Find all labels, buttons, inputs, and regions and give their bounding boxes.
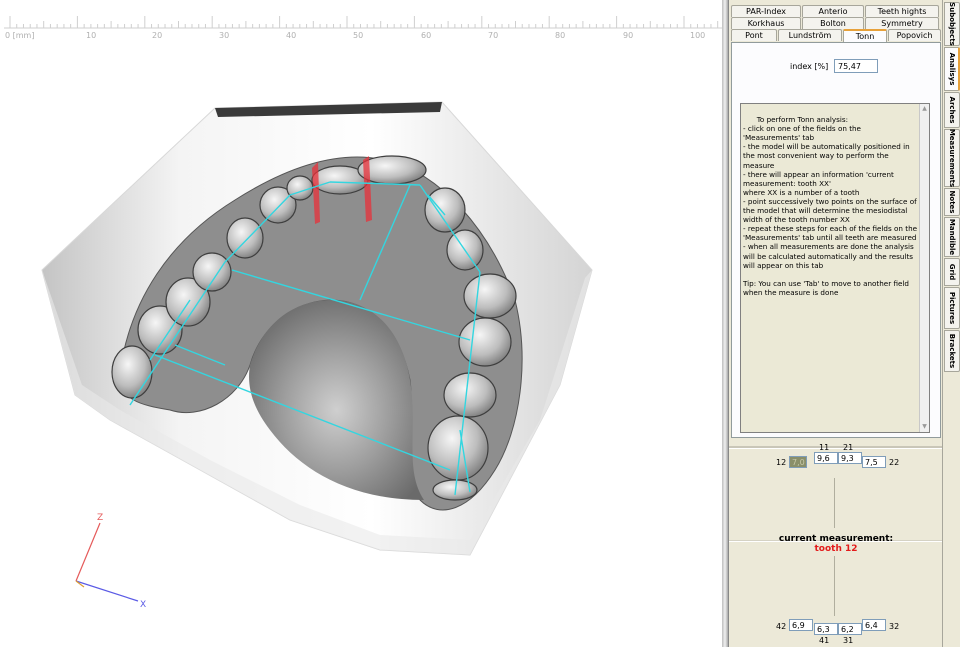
tab-anterio[interactable]: Anterio	[802, 5, 864, 17]
analysis-panel: PAR-Index Anterio Teeth hights Korkhaus …	[728, 0, 943, 647]
side-tab-label: Brackets	[948, 333, 956, 369]
side-tab-label: Mandible	[948, 218, 956, 256]
axis-z-label: Z	[97, 513, 103, 523]
current-measurement-value: tooth 12	[814, 544, 858, 554]
side-tab-mandible[interactable]: Mandible	[944, 217, 960, 257]
tooth-number-11: 11	[819, 443, 830, 452]
tab-bolton[interactable]: Bolton	[802, 17, 864, 29]
midline-lower	[834, 556, 835, 616]
tooth-12-field[interactable]: 7,0	[789, 456, 807, 468]
tab-row-3: Pont Lundström Tonn Popovich	[731, 29, 942, 42]
side-tab-label: Measurements	[948, 128, 956, 188]
side-tab-label: Subobjects	[948, 2, 956, 46]
tooth-number-32: 32	[889, 622, 900, 631]
tab-lundstrom[interactable]: Lundström	[778, 29, 842, 41]
tab-row-2: Korkhaus Bolton Symmetry	[731, 17, 940, 29]
tab-popovich[interactable]: Popovich	[888, 29, 941, 41]
scroll-down-icon[interactable]: ▼	[921, 423, 928, 431]
3d-viewport[interactable]: 0 [mm] 10 20 30 40 50 60 70 80 90 100 Z …	[0, 0, 722, 647]
tab-tonn[interactable]: Tonn	[843, 29, 887, 42]
side-tab-label: Pictures	[948, 291, 956, 325]
tooth-22-field[interactable]: 7,5	[862, 456, 886, 468]
side-tab-analisys[interactable]: Analisys	[944, 47, 960, 91]
side-tab-arches[interactable]: Arches	[944, 92, 960, 128]
side-tab-measurements[interactable]: Measurements	[944, 129, 960, 187]
side-tab-strip: Subobjects Analisys Arches Measurements …	[942, 0, 960, 647]
tooth-number-22: 22	[889, 458, 900, 467]
midline-upper	[834, 478, 835, 528]
tooth-42-field[interactable]: 6,9	[789, 619, 813, 631]
side-tab-notes[interactable]: Notes	[944, 188, 960, 216]
tooth-number-31: 31	[843, 636, 854, 645]
tooth-31-field[interactable]: 6,2	[838, 623, 862, 635]
side-tab-label: Arches	[948, 96, 956, 124]
side-tab-subobjects[interactable]: Subobjects	[944, 2, 960, 46]
tooth-number-41: 41	[819, 636, 830, 645]
tab-korkhaus[interactable]: Korkhaus	[731, 17, 801, 29]
side-tab-pictures[interactable]: Pictures	[944, 287, 960, 329]
side-tab-grid[interactable]: Grid	[944, 258, 960, 286]
tooth-21-field[interactable]: 9,3	[838, 452, 862, 464]
tab-symmetry[interactable]: Symmetry	[865, 17, 939, 29]
side-tab-brackets[interactable]: Brackets	[944, 330, 960, 372]
scroll-up-icon[interactable]: ▲	[921, 105, 928, 113]
tooth-41-field[interactable]: 6,3	[814, 623, 838, 635]
index-field[interactable]: 75,47	[834, 59, 878, 73]
divider	[729, 446, 943, 449]
index-label: index [%]	[790, 62, 829, 71]
side-tab-label: Grid	[948, 263, 956, 281]
side-tab-label: Notes	[948, 190, 956, 214]
tooth-number-21: 21	[843, 443, 854, 452]
current-measurement-label: current measurement:	[778, 534, 894, 544]
tooth-11-field[interactable]: 9,6	[814, 452, 838, 464]
tab-par-index[interactable]: PAR-Index	[731, 5, 801, 17]
tooth-number-42: 42	[776, 622, 787, 631]
tab-pont[interactable]: Pont	[731, 29, 777, 41]
instructions-body: To perform Tonn analysis: - click on one…	[743, 115, 918, 297]
tooth-number-12: 12	[776, 458, 787, 467]
tab-teeth-hights[interactable]: Teeth hights	[865, 5, 939, 17]
tonn-tab-content: index [%] 75,47 To perform Tonn analysis…	[731, 42, 941, 438]
instructions-scrollbar[interactable]: ▲ ▼	[919, 104, 929, 432]
tooth-32-field[interactable]: 6,4	[862, 619, 886, 631]
tab-row-1: PAR-Index Anterio Teeth hights	[731, 5, 940, 17]
instructions-text: To perform Tonn analysis: - click on one…	[740, 103, 930, 433]
axis-x-label: X	[140, 600, 146, 610]
axis-gizmo: Z X	[75, 513, 146, 610]
side-tab-label: Analisys	[947, 52, 956, 86]
